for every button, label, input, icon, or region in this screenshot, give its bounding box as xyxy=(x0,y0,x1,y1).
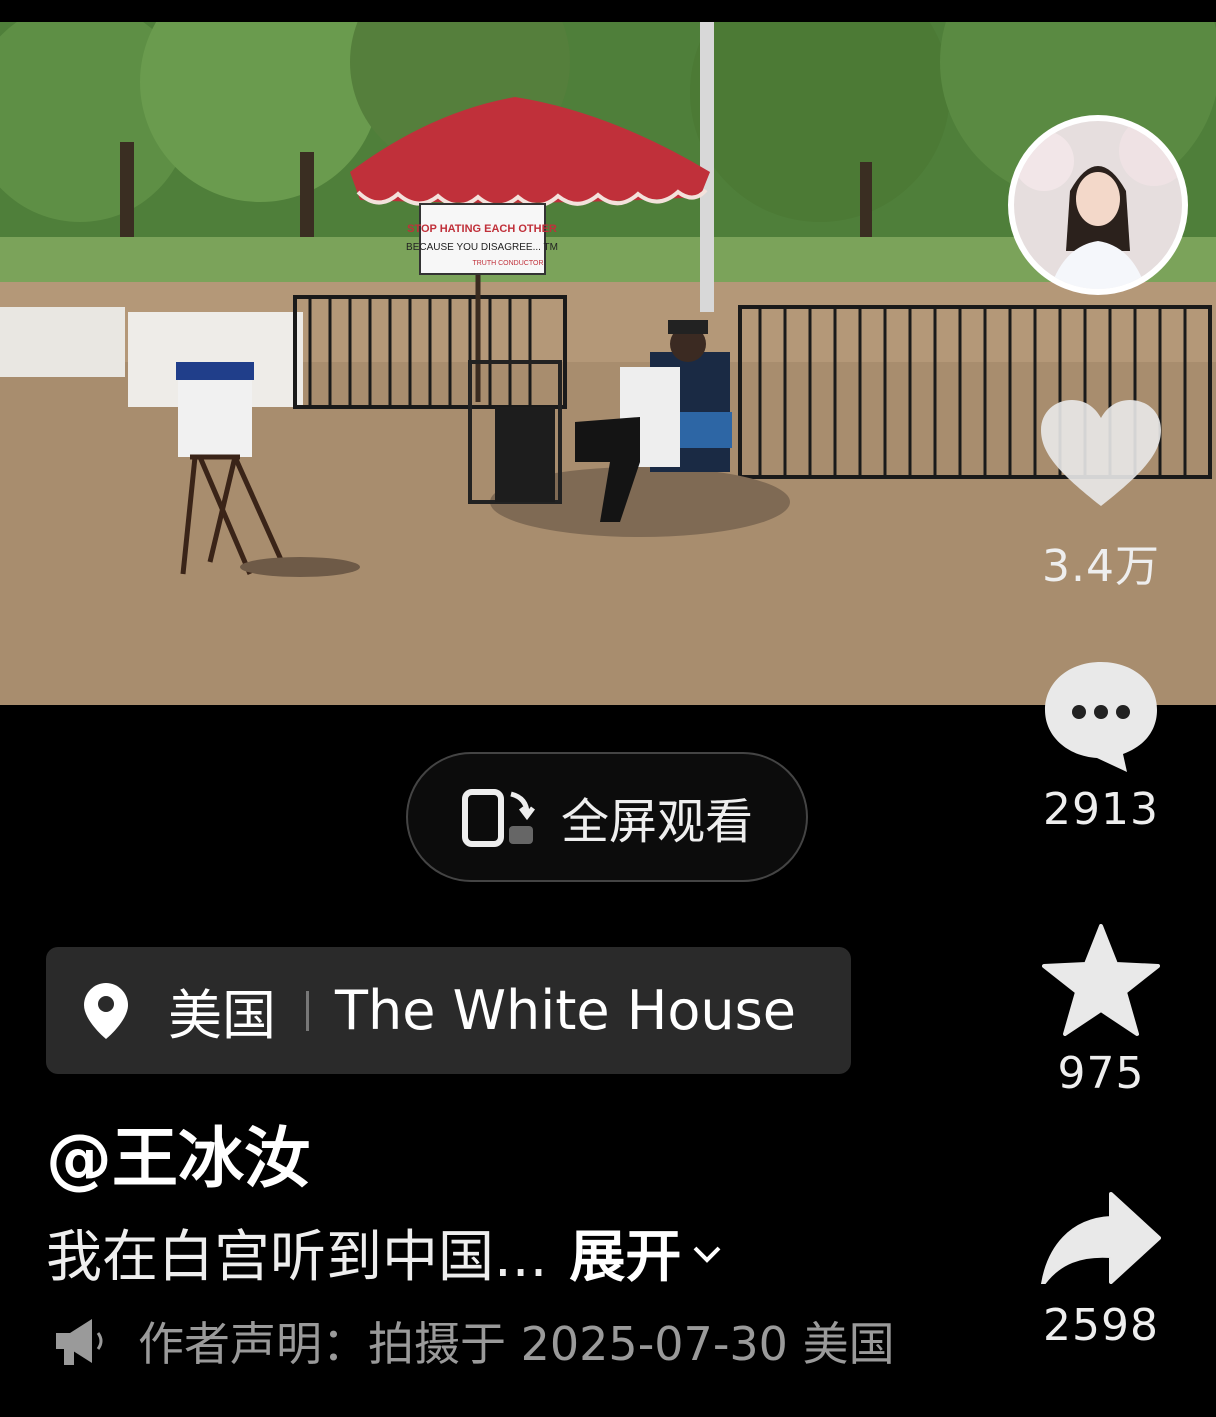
avatar-image xyxy=(1014,121,1182,289)
sign-text-2: BECAUSE YOU DISAGREE... TM xyxy=(406,242,558,253)
megaphone-icon xyxy=(56,1319,103,1365)
location-country: 美国 xyxy=(168,984,276,1047)
author-avatar[interactable] xyxy=(1008,115,1188,295)
video-player[interactable]: STOP HATING EACH OTHER BECAUSE YOU DISAG… xyxy=(0,22,1216,705)
like-action[interactable]: 3.4万 xyxy=(1016,398,1186,594)
fullscreen-button[interactable]: 全屏观看 xyxy=(406,752,808,882)
author-statement: 作者声明：拍摄于 2025-07-30 美国 xyxy=(52,1308,895,1374)
favorite-action[interactable]: 975 xyxy=(1016,924,1186,1099)
rotate-screen-icon xyxy=(461,789,535,847)
comment-icon xyxy=(1045,662,1157,772)
share-action[interactable]: 2598 xyxy=(1016,1192,1186,1351)
share-arrow-icon xyxy=(1041,1192,1161,1286)
fullscreen-label: 全屏观看 xyxy=(560,794,753,850)
sign-text-3: TRUTH CONDUCTOR xyxy=(472,260,543,267)
star-icon xyxy=(1042,924,1160,1036)
video-caption: 我在白宫听到中国... 展开 xyxy=(46,1212,727,1293)
statement-text: 作者声明：拍摄于 2025-07-30 美国 xyxy=(138,1317,895,1371)
location-divider xyxy=(306,990,309,1031)
video-frame: STOP HATING EACH OTHER BECAUSE YOU DISAG… xyxy=(0,22,1216,705)
comment-action[interactable]: 2913 xyxy=(1016,658,1186,835)
sign-text-1: STOP HATING EACH OTHER xyxy=(407,223,557,235)
favorite-count: 975 xyxy=(1057,1048,1145,1099)
location-pin-icon xyxy=(84,982,128,1039)
share-count: 2598 xyxy=(1043,1300,1159,1351)
expand-label: 展开 xyxy=(569,1225,682,1290)
expand-button[interactable]: 展开 xyxy=(569,1212,727,1293)
location-tag[interactable]: 美国 The White House xyxy=(46,947,851,1074)
caption-text: 我在白宫听到中国... xyxy=(46,1225,548,1290)
like-count: 3.4万 xyxy=(1042,541,1160,592)
author-handle[interactable]: @王冰汝 xyxy=(46,1105,310,1201)
comment-count: 2913 xyxy=(1043,784,1159,835)
location-place: The White House xyxy=(335,979,797,1042)
heart-icon xyxy=(1041,400,1161,506)
chevron-down-icon xyxy=(693,1246,721,1263)
